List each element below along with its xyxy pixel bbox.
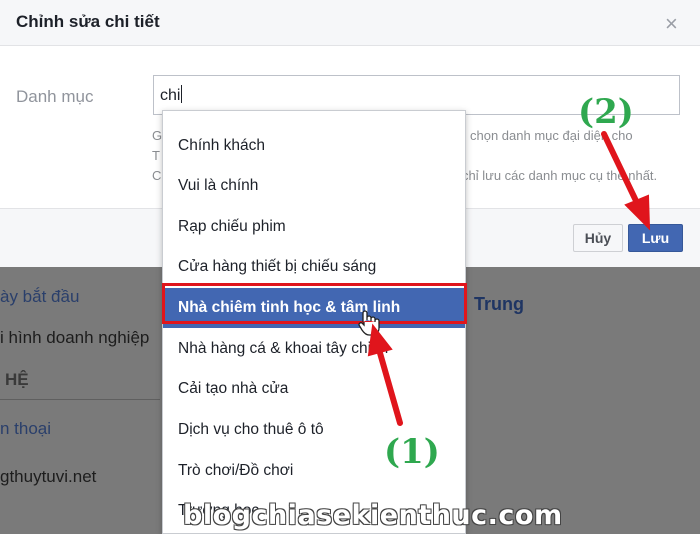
bg-divider <box>0 399 160 400</box>
category-input-value: chi <box>160 87 181 104</box>
text-caret <box>181 85 183 103</box>
dropdown-item[interactable]: Vui là chính <box>163 166 465 206</box>
bg-business-type: i hình doanh nghiệp <box>0 328 150 347</box>
cancel-button[interactable]: Hủy <box>573 224 623 252</box>
dropdown-item[interactable]: Cửa hàng thiết bị chiếu sáng <box>163 247 465 287</box>
watermark-text: blogchiasekienthuc.com <box>183 500 563 531</box>
help-text-fragment-1: G <box>152 128 163 143</box>
hand-pointer-icon <box>358 310 380 336</box>
step-1-label: (1) <box>384 432 440 472</box>
close-icon[interactable]: × <box>665 11 678 37</box>
help-text-fragment-3: C <box>152 168 162 183</box>
selected-item-highlight <box>162 283 467 324</box>
dropdown-item[interactable]: Rạp chiếu phim <box>163 207 465 247</box>
dialog-title: Chỉnh sửa chi tiết <box>16 12 160 31</box>
dropdown-item[interactable]: Nhà hàng cá & khoai tây chiên <box>163 329 465 369</box>
step-2-label: (2) <box>578 92 634 132</box>
bg-link-get-started[interactable]: ày bắt đầu <box>0 287 79 307</box>
help-text-fragment-2: T <box>152 148 160 163</box>
bg-contact-heading: HỆ <box>5 370 29 389</box>
bg-website: gthuytuvi.net <box>0 467 97 486</box>
help-text-fragment-5: chỉ lưu các danh mục cụ thể nhất. <box>462 168 658 183</box>
bg-trung-text: Trung <box>474 294 524 314</box>
bg-link-phone[interactable]: n thoại <box>0 419 51 439</box>
dropdown-item[interactable]: Chính khách <box>163 126 465 166</box>
dialog-header: Chỉnh sửa chi tiết × <box>0 0 700 46</box>
dropdown-item[interactable]: Cải tạo nhà cửa <box>163 369 465 409</box>
save-button[interactable]: Lưu <box>628 224 683 252</box>
category-label: Danh mục <box>16 87 94 106</box>
